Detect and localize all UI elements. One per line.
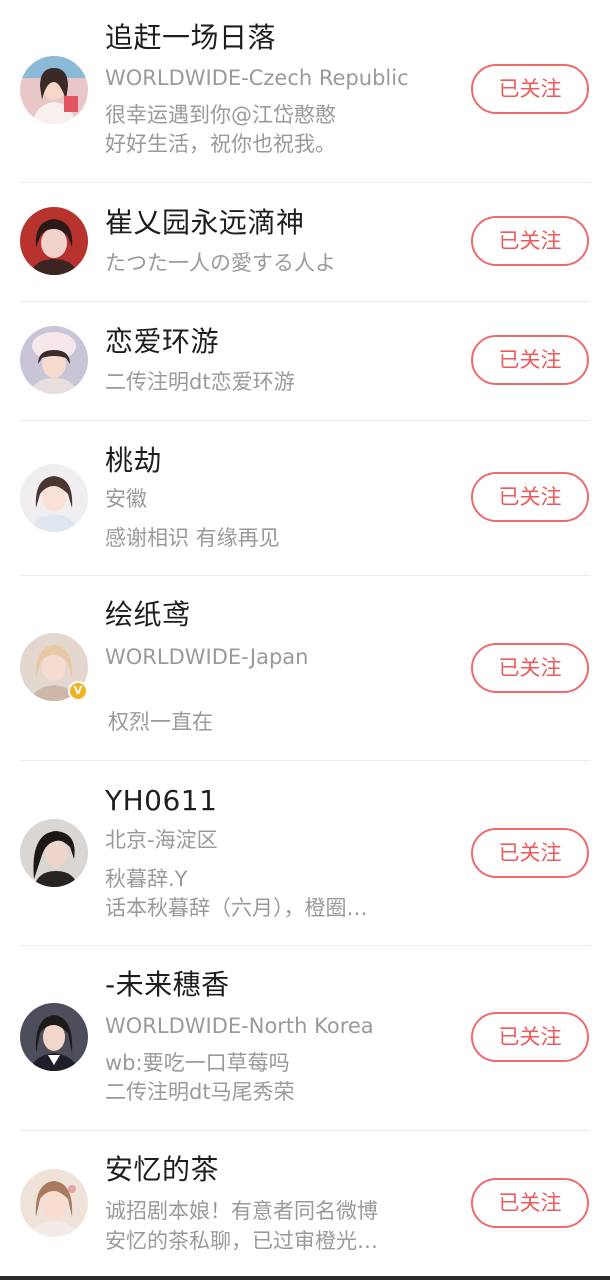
following-button[interactable]: 已关注 [471,216,589,266]
verified-badge-icon: V [68,681,88,701]
following-button[interactable]: 已关注 [471,335,589,385]
avatar[interactable] [20,1169,88,1237]
user-info-line: WORLDWIDE-Japan [105,645,309,669]
user-info-line: たつた一人の愛する人よ [105,251,336,275]
user-name[interactable]: 恋爱环游 [105,323,219,361]
following-button[interactable]: 已关注 [471,643,589,693]
avatar[interactable] [20,819,88,887]
avatar[interactable] [20,464,88,532]
user-name[interactable]: 安忆的茶 [105,1151,219,1189]
list-item[interactable]: 安忆的茶 诚招剧本娘！有意者同名微博 安忆的茶私聊，已过审橙光… 已关注 [0,1131,610,1276]
user-info-line: 二传注明dt恋爱环游 [105,370,295,394]
list-item[interactable]: 恋爱环游 二传注明dt恋爱环游 已关注 [0,302,610,421]
following-button[interactable]: 已关注 [471,472,589,522]
user-info-line: 安忆的茶私聊，已过审橙光… [105,1229,378,1253]
following-button[interactable]: 已关注 [471,828,589,878]
following-button[interactable]: 已关注 [471,1178,589,1228]
user-info-line: 话本秋暮辞（六月），橙圈… [105,896,368,920]
user-info-line: 诚招剧本娘！有意者同名微博 [105,1199,378,1223]
user-info-line: wb:要吃一口草莓吗 [105,1051,290,1075]
avatar[interactable] [20,1003,88,1071]
user-info-line: WORLDWIDE-Czech Republic [105,66,409,90]
user-name[interactable]: YH0611 [105,782,217,820]
list-item[interactable]: -未来穗香 WORLDWIDE-North Korea wb:要吃一口草莓吗 二… [0,946,610,1131]
user-info-line: 二传注明dt马尾秀荣 [105,1080,295,1104]
list-item[interactable]: 追赶一场日落 WORLDWIDE-Czech Republic 很幸运遇到你@江… [0,0,610,183]
avatar[interactable] [20,207,88,275]
list-item[interactable]: YH0611 北京-海淀区 秋暮辞.Y 话本秋暮辞（六月），橙圈… 已关注 [0,761,610,946]
user-info-line: WORLDWIDE-North Korea [105,1014,374,1038]
user-name[interactable]: -未来穗香 [105,966,230,1004]
bottom-edge-bar [0,1276,610,1280]
list-item[interactable]: 桃劫 安徽 感谢相识 有缘再见 已关注 [0,421,610,576]
user-name[interactable]: 桃劫 [105,442,162,480]
user-info-line: 感谢相识 有缘再见 [105,526,280,550]
user-info-line: 北京-海淀区 [105,828,218,852]
user-info-line: 很幸运遇到你@江岱憨憨 [105,103,336,127]
avatar[interactable] [20,56,88,124]
avatar[interactable]: V [20,633,88,701]
user-name[interactable]: 崔乂园永远滴神 [105,204,305,242]
user-name[interactable]: 追赶一场日落 [105,19,276,57]
user-info-line: 权烈一直在 [108,710,213,734]
following-button[interactable]: 已关注 [471,1012,589,1062]
following-button[interactable]: 已关注 [471,64,589,114]
user-info-line: 秋暮辞.Y [105,867,188,891]
user-info-line: 安徽 [105,487,147,511]
follow-list: 追赶一场日落 WORLDWIDE-Czech Republic 很幸运遇到你@江… [0,0,610,1280]
list-item[interactable]: 绘纸鸢 V WORLDWIDE-Japan 权烈一直在 已关注 [0,576,610,761]
user-name[interactable]: 绘纸鸢 [105,596,191,634]
user-info-line: 好好生活，祝你也祝我。 [105,132,336,156]
avatar[interactable] [20,326,88,394]
list-item[interactable]: 崔乂园永远滴神 たつた一人の愛する人よ 已关注 [0,183,610,302]
